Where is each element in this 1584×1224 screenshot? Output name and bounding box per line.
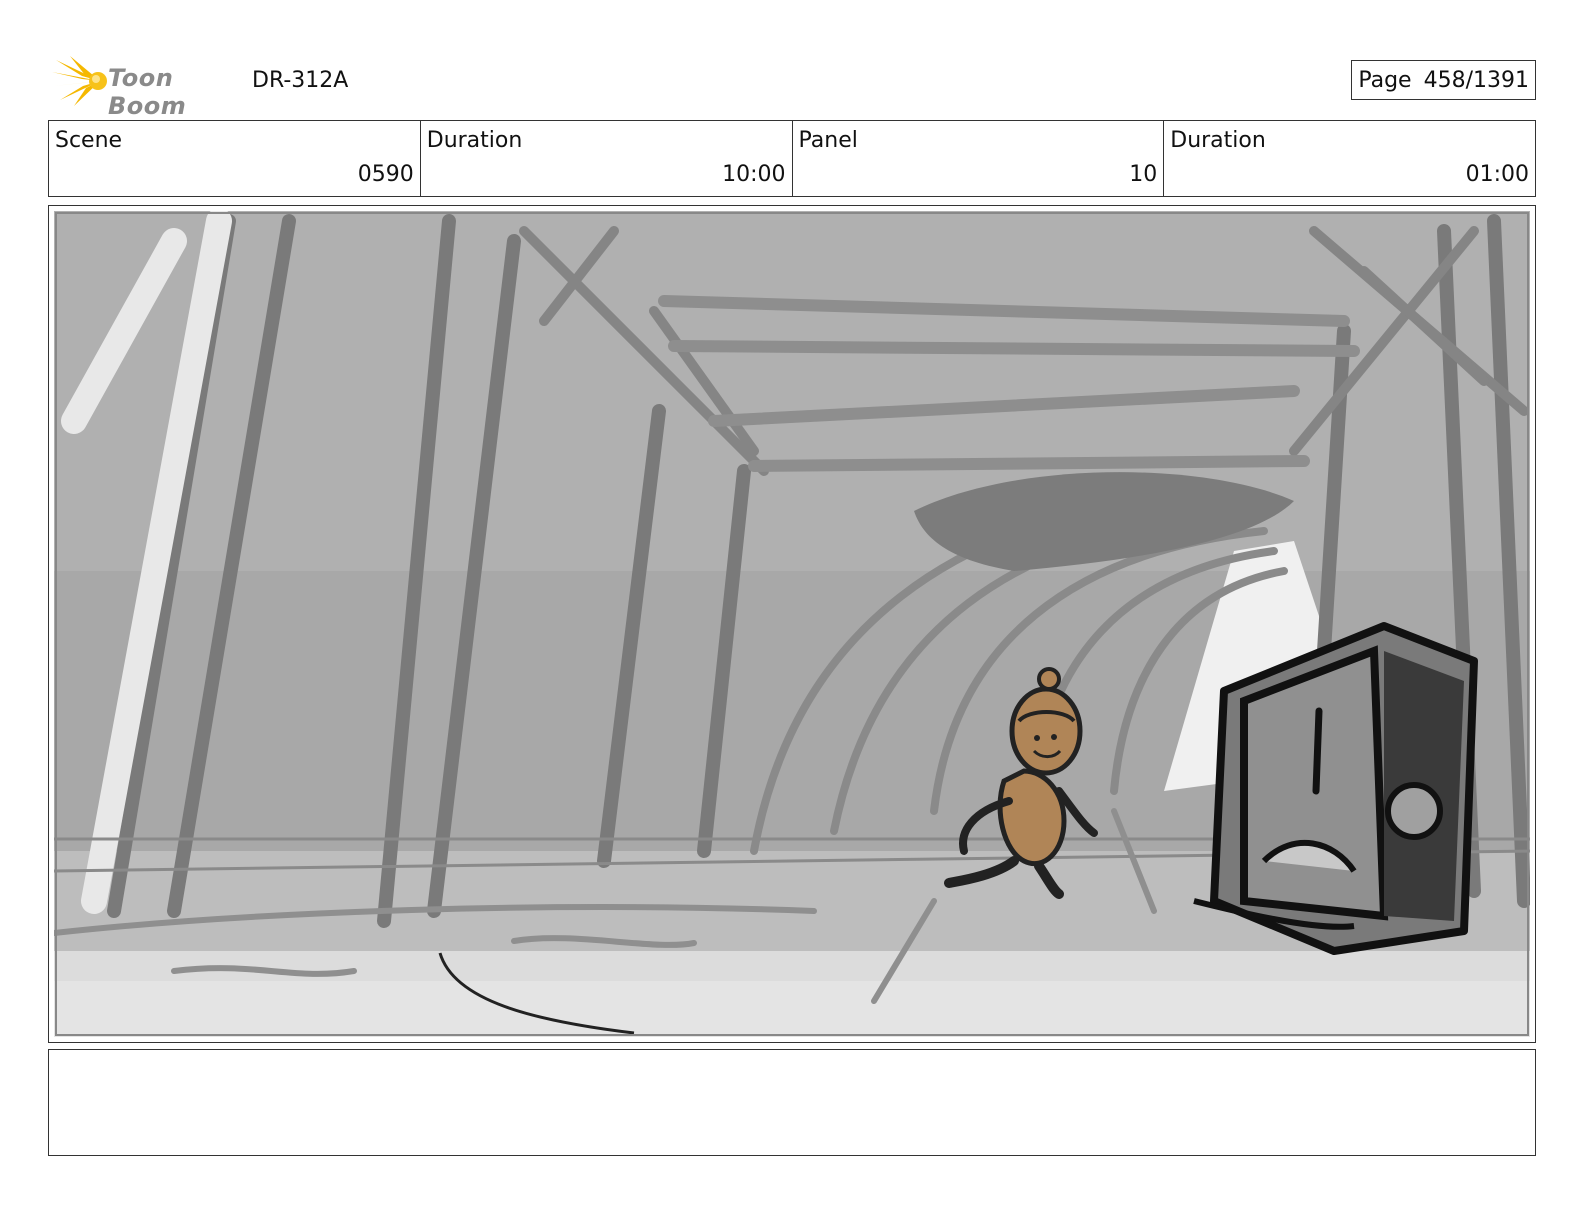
panel-duration-label: Duration [1170,128,1266,153]
panel-duration-value: 01:00 [1465,162,1529,187]
scene-label: Scene [55,128,123,153]
panel-label: Panel [798,128,858,153]
document-id: DR-312A [252,68,349,93]
storyboard-panel [48,205,1536,1043]
scene-duration-value: 10:00 [722,162,786,187]
logo-text: Toon Boom [108,64,187,120]
scene-info-row: Scene 0590 Duration 10:00 Panel 10 Durat… [48,120,1536,197]
panel-notes-box[interactable] [48,1049,1536,1156]
starburst-icon [52,56,107,106]
toon-boom-logo: Toon Boom [52,54,238,120]
scene-cell: Scene 0590 [49,121,421,196]
storyboard-header: Toon Boom DR-312A Page 458/1391 [48,52,1536,120]
scene-duration-label: Duration [426,128,523,153]
panel-duration-cell: Duration 01:00 [1164,121,1535,196]
panel-cell: Panel 10 [793,121,1165,196]
page-number: 458/1391 [1423,67,1529,93]
scene-value: 0590 [357,162,414,187]
panel-sketch [54,211,1530,1037]
page-label: Page [1358,67,1412,93]
scene-duration-cell: Duration 10:00 [421,121,793,196]
page-indicator: Page 458/1391 [1351,60,1536,100]
panel-value: 10 [1129,162,1158,187]
